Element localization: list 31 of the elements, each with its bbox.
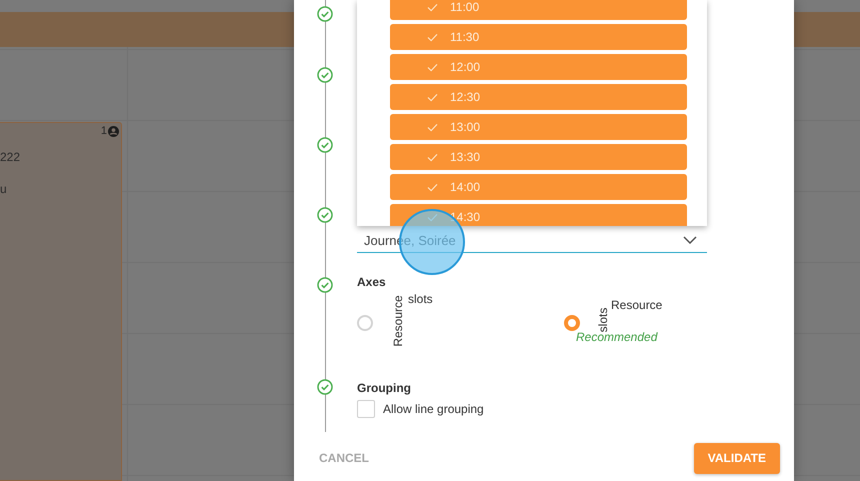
time-option[interactable]: 11:30: [390, 24, 687, 50]
radio-button[interactable]: [564, 315, 580, 331]
time-option[interactable]: 13:30: [390, 144, 687, 170]
check-icon: [427, 182, 438, 192]
attendee-count: 1: [100, 125, 107, 137]
axis-label: slots: [596, 308, 610, 332]
time-option[interactable]: 12:30: [390, 84, 687, 110]
axis-label: Resource: [391, 295, 405, 347]
section-title: Grouping: [357, 381, 412, 395]
user-icon: [108, 126, 119, 136]
time-option[interactable]: 12:00: [390, 54, 687, 80]
checkbox[interactable]: [357, 400, 375, 418]
event-text: u: [0, 182, 6, 196]
check-icon: [427, 62, 438, 72]
section-title: Axes: [357, 275, 387, 289]
event-text: 222: [0, 150, 20, 164]
chevron-down-icon: [683, 236, 697, 244]
check-icon: [427, 32, 438, 42]
time-option[interactable]: 11:00: [390, 0, 687, 20]
time-option[interactable]: 14:00: [390, 174, 687, 200]
check-icon: [427, 122, 438, 132]
time-option[interactable]: 13:00: [390, 114, 687, 140]
axis-label: Resource: [611, 298, 662, 312]
checkbox-label: Allow line grouping: [383, 402, 484, 416]
check-icon: [427, 152, 438, 162]
cancel-button[interactable]: CANCEL: [319, 451, 369, 465]
radio-button[interactable]: [357, 315, 373, 331]
axis-label: slots: [408, 292, 433, 306]
check-icon: [427, 2, 438, 12]
validate-button[interactable]: VALIDATE: [694, 442, 780, 474]
check-icon: [427, 92, 438, 102]
